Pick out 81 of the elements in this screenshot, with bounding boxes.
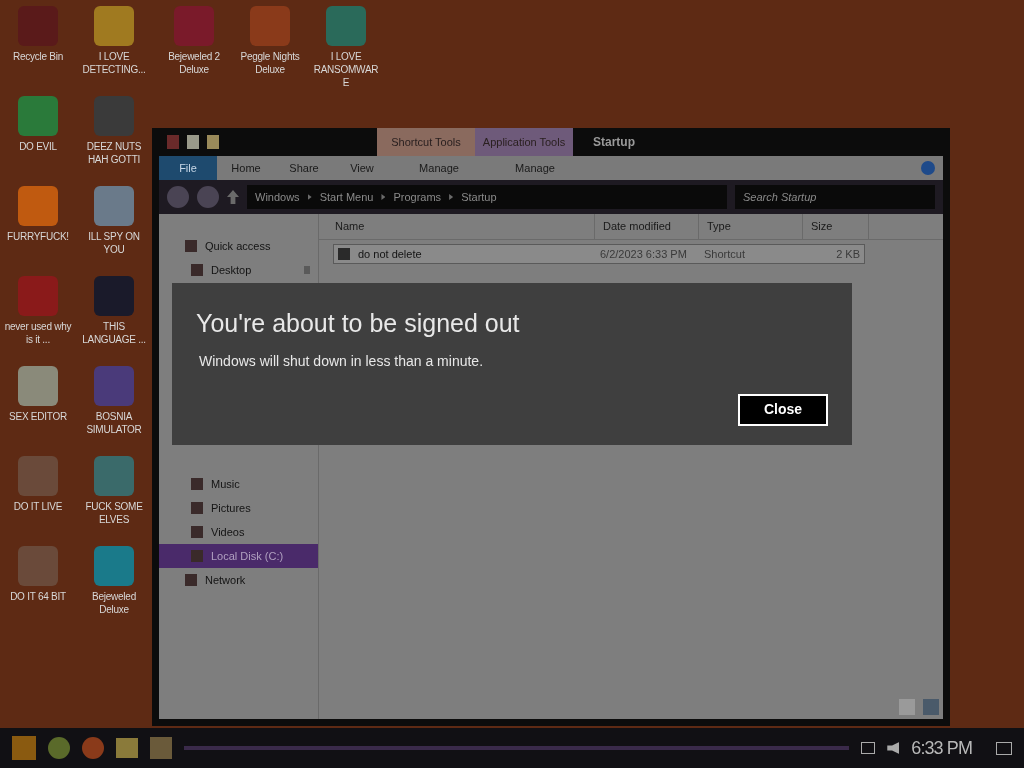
- dialog-title: You're about to be signed out: [196, 308, 521, 339]
- app-icon[interactable]: [167, 135, 179, 149]
- icon-label: DEEZ NUTS HAH GOTTI: [85, 140, 143, 166]
- file-type: Shortcut: [704, 246, 746, 262]
- icon-label: FURRYFUCK!: [6, 230, 70, 243]
- context-tab-header: Shortcut Tools: [377, 128, 475, 156]
- nav-label: Pictures: [211, 500, 251, 516]
- ribbon-tab[interactable]: View: [333, 156, 391, 180]
- ribbon-tab[interactable]: Manage: [487, 156, 583, 180]
- app-icon[interactable]: [94, 96, 134, 136]
- app-icon[interactable]: [94, 276, 134, 316]
- icon-label: ILL SPY ON YOU: [87, 230, 141, 256]
- nav-label: Network: [205, 572, 246, 588]
- icon-label: never used why is it ...: [4, 320, 72, 346]
- nav-label: Local Disk (C:): [211, 548, 284, 564]
- context-tab-header: Application Tools: [475, 128, 573, 156]
- nav-item[interactable]: Desktop: [159, 258, 318, 282]
- nav-label: Music: [211, 476, 240, 492]
- date-modified: 6/2/2023 6:33 PM: [600, 246, 688, 262]
- app-icon[interactable]: [150, 737, 172, 759]
- app-icon[interactable]: [94, 6, 134, 46]
- file-size: 2 KB: [835, 246, 860, 262]
- breadcrumb-item[interactable]: Windows: [255, 188, 300, 206]
- icon-label: I LOVE DETECTING...: [81, 50, 147, 76]
- nav-item[interactable]: Quick access: [159, 234, 318, 258]
- chevron-icon: [307, 194, 312, 200]
- app-icon[interactable]: [18, 366, 58, 406]
- address-bar[interactable]: Windows Start Menu Programs Startup: [247, 185, 727, 209]
- ribbon-tab[interactable]: Share: [275, 156, 333, 180]
- file-name: do not delete: [357, 246, 423, 262]
- app-icon[interactable]: [94, 186, 134, 226]
- app-icon[interactable]: [94, 366, 134, 406]
- nav-item[interactable]: Network: [159, 568, 318, 592]
- icon-label: FUCK SOME ELVES: [84, 500, 144, 526]
- app-icon[interactable]: [18, 456, 58, 496]
- icon-label: Bejeweled Deluxe: [91, 590, 137, 616]
- breadcrumb-item[interactable]: Start Menu: [319, 188, 374, 206]
- nav-label: Desktop: [211, 262, 252, 278]
- icon-label: SEX EDITOR: [8, 410, 68, 423]
- close-button[interactable]: Close: [738, 393, 828, 426]
- dialog-message: Windows will shut down in less than a minute.: [199, 351, 485, 371]
- search-field[interactable]: Search Startup: [735, 185, 935, 209]
- chevron-icon: [449, 194, 454, 200]
- app-icon[interactable]: [174, 6, 214, 46]
- nav-item[interactable]: Local Disk (C:): [159, 544, 318, 568]
- icon-label: DO IT LIVE: [12, 500, 64, 513]
- icon-label: BOSNIA SIMULATOR: [85, 410, 143, 436]
- app-icon[interactable]: [18, 186, 58, 226]
- icon-label: I LOVE RANSOMWARE: [312, 50, 380, 89]
- ribbon-tab[interactable]: Manage: [391, 156, 487, 180]
- icon-label: DO EVIL: [18, 140, 58, 153]
- icon-label: Peggle Nights Deluxe: [239, 50, 301, 76]
- column-header[interactable]: Size: [803, 214, 869, 239]
- app-icon[interactable]: [326, 6, 366, 46]
- chevron-icon: [381, 194, 386, 200]
- nav-item[interactable]: Music: [159, 472, 318, 496]
- volume-icon[interactable]: [887, 742, 900, 754]
- nav-label: Quick access: [205, 238, 271, 254]
- app-icon[interactable]: [18, 276, 58, 316]
- ribbon-tab[interactable]: File: [159, 156, 217, 180]
- app-icon[interactable]: [250, 6, 290, 46]
- icon-label: Bejeweled 2 Deluxe: [167, 50, 221, 76]
- column-header[interactable]: Name: [319, 214, 595, 239]
- column-header[interactable]: Date modified: [595, 214, 699, 239]
- nav-label: Videos: [211, 524, 245, 540]
- icon-label: DO IT 64 BIT: [9, 590, 67, 603]
- icon-label: THIS LANGUAGE ...: [81, 320, 147, 346]
- nav-item[interactable]: Pictures: [159, 496, 318, 520]
- breadcrumb-item[interactable]: Programs: [393, 188, 442, 206]
- clock[interactable]: 6:33 PM: [911, 734, 972, 762]
- icon-label: Recycle Bin: [11, 50, 65, 63]
- app-icon[interactable]: [94, 546, 134, 586]
- app-icon[interactable]: [18, 96, 58, 136]
- file-row[interactable]: do not delete 6/2/2023 6:33 PM Shortcut 2 KB: [333, 244, 865, 264]
- window-title: Startup: [593, 134, 635, 151]
- app-icon[interactable]: [18, 546, 58, 586]
- breadcrumb-item[interactable]: Startup: [461, 188, 497, 206]
- ribbon-tab[interactable]: Home: [217, 156, 275, 180]
- column-header[interactable]: Type: [699, 214, 803, 239]
- app-icon[interactable]: [94, 456, 134, 496]
- nav-item[interactable]: Videos: [159, 520, 318, 544]
